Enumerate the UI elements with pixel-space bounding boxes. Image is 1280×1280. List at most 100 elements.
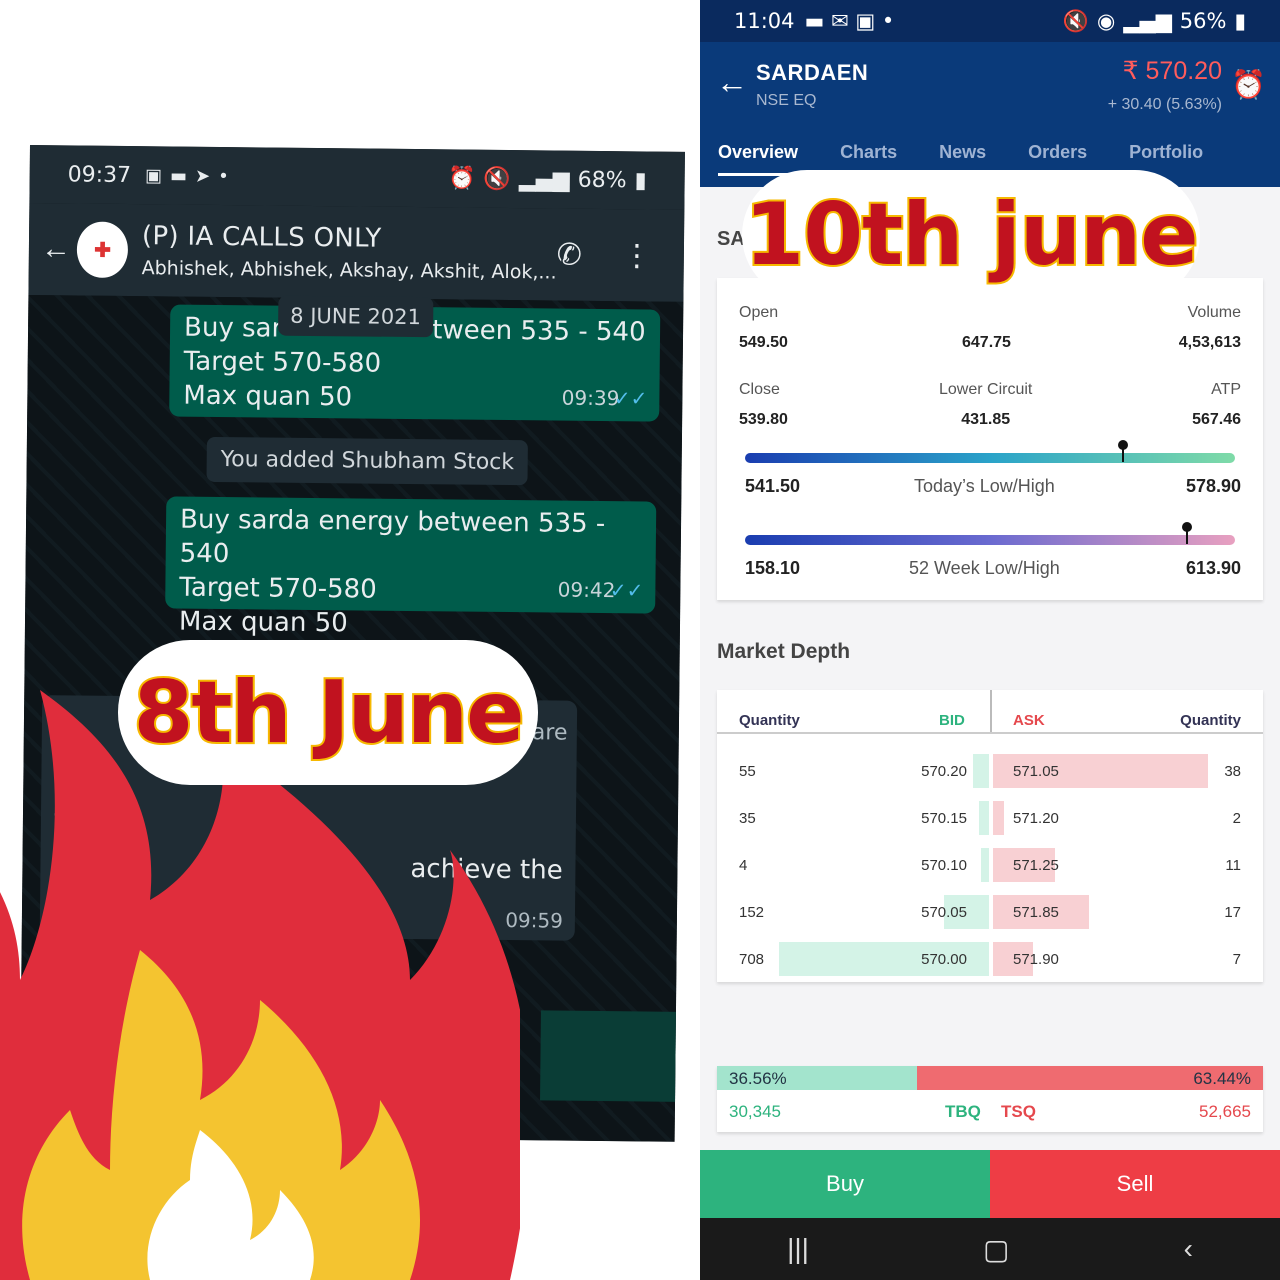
message-bubble[interactable]: Buy sarda energy between 535 - 540 Targe… [165,496,657,638]
ask-depth-bar [993,801,1004,835]
battery-icon: ▮ [1234,9,1246,33]
date-chip: 8 JUNE 2021 [278,295,434,338]
stat-label: Close [739,381,780,398]
depth-header-line [717,732,1263,734]
ask-price: 571.25 [1013,857,1059,874]
tsq-value: 52,665 [1199,1102,1251,1121]
depth-header-ask: ASK [1013,712,1045,729]
mute-icon: 🔇 [483,166,512,192]
tbq-value: 30,345 [729,1102,781,1121]
ask-price: 571.05 [1013,763,1059,780]
market-depth-title: Market Depth [717,640,851,663]
bid-price: 570.10 [921,857,967,874]
stat-volume: Volume 4,53,613 [1179,304,1241,352]
message-icon: ▬ ✉ ▣ • [804,9,895,33]
bid-qty: 152 [739,904,765,921]
bid-qty: 55 [739,763,756,780]
system-nav-bar: ||| ▢ ‹ [700,1218,1280,1280]
stock-symbol: SARDAEN [756,60,869,85]
today-range-bar [745,453,1235,463]
bid-price: 570.05 [921,904,967,921]
chat-status-bar: 09:37 ▣ ▬ ➤ • ⏰ 🔇 ▂▄▆ 68% ▮ [29,145,685,210]
ask-qty: 38 [1224,763,1241,780]
stat-value: 431.85 [961,411,1011,428]
msg1-line2: Target 570-580 [183,346,382,379]
stat-open: Open 549.50 [739,304,788,352]
overlay-label-text: 10th june [742,183,1200,287]
depth-header-qty2: Quantity [1180,712,1241,729]
add-call-icon[interactable]: ✆ [557,237,583,272]
image-icon: ▣ [144,164,163,186]
depth-row[interactable]: 35 570.15 571.20 2 [717,801,1263,835]
msg1-time: 09:39 [561,385,620,411]
totals-card: 36.56% 63.44% 30,345 TBQ TSQ 52,665 [717,1066,1263,1132]
depth-row[interactable]: 4 570.10 571.25 11 [717,848,1263,882]
depth-header-qty: Quantity [739,712,800,729]
overlay-label-10th-june: 10th june [742,170,1201,300]
today-low: 541.50 [745,476,801,496]
sell-pct: 63.44% [1193,1069,1251,1088]
bid-depth-bar [981,848,989,882]
buy-button[interactable]: Buy [700,1150,990,1218]
market-depth-card: Quantity BID ASK Quantity 55 570.20 571.05… [717,690,1263,982]
msg2-line1: Buy sarda energy between 535 - 540 [179,504,606,570]
stock-price: ₹ 570.20 [1122,57,1222,85]
bid-price: 570.00 [921,951,967,968]
alarm-icon[interactable]: ⏰ [1231,68,1266,101]
input-bar-fragment [540,1010,681,1102]
week52-range-label: 52 Week Low/High [909,558,1060,578]
ask-qty: 2 [1232,810,1241,827]
stock-exchange: NSE EQ [756,92,817,109]
stat-value: 4,53,613 [1178,334,1241,351]
overlay-label-8th-june: 8th June [118,640,538,785]
tab-overview[interactable]: Overview [718,142,799,176]
bid-depth-bar [979,801,989,835]
back-arrow-icon[interactable]: ← [41,232,74,266]
group-members: Abhishek, Abhishek, Akshay, Akshit, Alok… [141,257,557,284]
message-icon: ▬ [170,164,188,187]
stat-atp: ATP 567.46 [1192,381,1241,429]
week52-high: 613.90 [1185,558,1241,578]
depth-header-bid: BID [939,712,965,729]
recents-icon[interactable]: ||| [787,1233,809,1265]
stock-change: + 30.40 (5.63%) [1107,96,1222,113]
back-arrow-icon[interactable]: ← [716,64,748,101]
read-tick-icon: ✓✓ [609,578,644,603]
overlay-label-text: 8th June [132,661,527,765]
battery-icon: ▮ [634,167,647,193]
signal-icon: ▂▄▆ [518,166,570,193]
section-title-fragment: SA [717,228,745,250]
ask-price: 571.20 [1013,810,1059,827]
week52-range-bar [745,535,1235,545]
stat-value: 549.50 [739,334,788,351]
today-range-label: Today’s Low/High [914,476,1055,496]
alarm-icon: ⏰ [447,165,476,192]
stats-card: Open 549.50 647.75 Volume 4,53,613 Close… [717,278,1263,600]
group-avatar[interactable]: ✚ [77,221,129,279]
depth-row[interactable]: 152 570.05 571.85 17 [717,895,1263,929]
today-range-marker [1118,440,1129,462]
ask-price: 571.85 [1013,904,1059,921]
depth-row[interactable]: 708 570.00 571.90 7 [717,942,1263,976]
send-icon: ➤ [195,165,211,187]
app-status-time: 11:04 [734,9,795,33]
depth-row[interactable]: 55 570.20 571.05 38 [717,754,1263,788]
group-name: (P) IA CALLS ONLY [141,221,382,254]
stat-label: ATP [1211,381,1241,398]
bid-qty: 4 [739,857,748,874]
dot-icon: • [218,165,229,187]
msg1-line1b: tween 535 - 540 [432,315,646,348]
stat-label: Lower Circuit [939,381,1033,398]
app-battery: 56% [1179,9,1227,33]
sell-button[interactable]: Sell [990,1150,1280,1218]
buy-pct: 36.56% [729,1069,787,1088]
chat-header: ← ✚ (P) IA CALLS ONLY Abhishek, Abhishek… [28,202,685,302]
stat-label: Volume [1187,304,1241,321]
group-title[interactable]: (P) IA CALLS ONLY Abhishek, Abhishek, Ak… [142,221,557,283]
ask-qty: 11 [1225,857,1241,874]
more-vertical-icon[interactable]: ⋮ [622,238,652,273]
home-icon[interactable]: ▢ [983,1233,1009,1266]
msg2-time: 09:42 [557,577,616,603]
back-icon[interactable]: ‹ [1184,1233,1193,1265]
stat-label: Open [739,304,779,321]
